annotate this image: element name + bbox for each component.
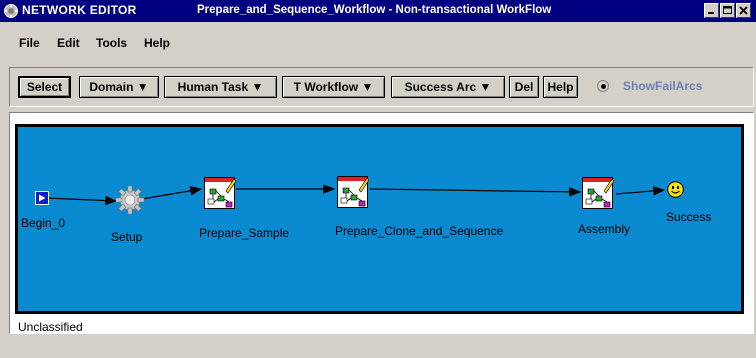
task-workflow-icon (582, 177, 615, 209)
node-label-prepare-clone-and-sequence: Prepare_Clone_and_Sequence (335, 224, 504, 238)
node-success[interactable] (667, 181, 684, 203)
task-workflow-icon (204, 177, 237, 209)
window-title: Prepare_and_Sequence_Workflow - Non-tran… (197, 4, 552, 16)
node-label-success: Success (666, 210, 712, 224)
node-label-begin: Begin_0 (21, 216, 66, 230)
node-label-assembly: Assembly (578, 222, 631, 236)
show-fail-arcs-label[interactable]: ShowFailArcs (623, 79, 702, 93)
menu-edit[interactable]: Edit (57, 36, 80, 50)
node-prepare-clone-and-sequence[interactable] (337, 174, 370, 215)
human-task-dropdown[interactable]: Human Task ▼ (164, 76, 277, 98)
success-arc-dropdown[interactable]: Success Arc ▼ (391, 76, 505, 98)
domain-dropdown[interactable]: Domain ▼ (79, 76, 159, 98)
menu-tools[interactable]: Tools (96, 36, 127, 50)
app-name: NETWORK EDITOR (22, 3, 137, 17)
gear-icon (115, 185, 145, 215)
node-label-setup: Setup (111, 230, 143, 244)
node-label-prepare-sample: Prepare_Sample (199, 226, 290, 240)
window-title-bar[interactable]: NETWORK EDITOR Prepare_and_Sequence_Work… (0, 0, 756, 22)
smiley-icon (667, 181, 684, 198)
node-setup[interactable] (115, 185, 145, 220)
select-button[interactable]: Select (18, 76, 71, 98)
task-workflow-icon (337, 176, 370, 208)
menu-help[interactable]: Help (144, 36, 170, 50)
node-prepare-sample[interactable] (204, 175, 237, 216)
classification-label: Unclassified (18, 320, 83, 334)
menu-file[interactable]: File (19, 36, 40, 50)
radio-selected-dot (601, 84, 606, 89)
minimize-icon[interactable] (704, 3, 719, 18)
app-logo-icon (3, 3, 19, 24)
help-button[interactable]: Help (543, 76, 578, 98)
delete-button[interactable]: Del (509, 76, 539, 98)
node-begin[interactable] (35, 191, 49, 210)
t-workflow-dropdown[interactable]: T Workflow ▼ (282, 76, 385, 98)
begin-play-icon (35, 191, 49, 205)
close-icon[interactable] (736, 3, 751, 18)
show-fail-arcs-radio[interactable] (597, 80, 609, 92)
maximize-icon[interactable] (720, 3, 735, 18)
node-assembly[interactable] (582, 175, 615, 216)
